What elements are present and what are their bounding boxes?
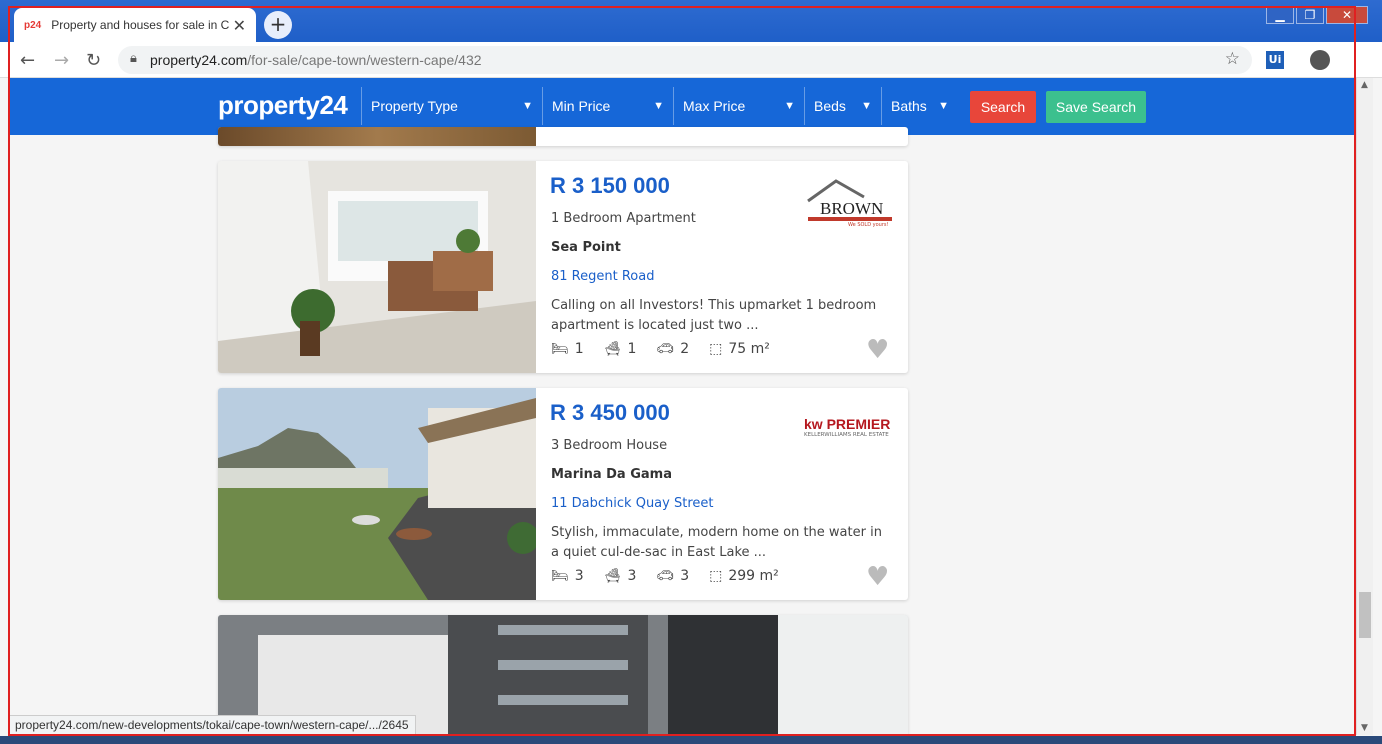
save-search-button[interactable]: Save Search bbox=[1046, 91, 1146, 123]
bookmark-star-icon[interactable]: ☆ bbox=[1225, 49, 1240, 69]
lock-icon: 🔒︎ bbox=[130, 51, 137, 66]
url-input[interactable]: 🔒︎ property24.com/for-sale/cape-town/wes… bbox=[118, 46, 1252, 74]
listing-card[interactable]: R 3 150 000 1 Bedroom Apartment Sea Poin… bbox=[218, 161, 908, 373]
agency-logo[interactable]: BROWN We SOLD yours! bbox=[806, 179, 896, 229]
vertical-scrollbar[interactable]: ▲ ▼ bbox=[1356, 78, 1373, 735]
bath-icon: 🛁︎ bbox=[603, 568, 622, 584]
chevron-down-icon: ▼ bbox=[861, 100, 872, 112]
window-controls: ▁ ❐ ✕ bbox=[1266, 6, 1368, 24]
listing-card[interactable]: R 3 450 000 3 Bedroom House Marina Da Ga… bbox=[218, 388, 908, 600]
listing-type: 1 Bedroom Apartment bbox=[551, 211, 696, 226]
close-window-button[interactable]: ✕ bbox=[1326, 6, 1368, 24]
os-taskbar bbox=[0, 736, 1382, 744]
car-icon: 🚗︎ bbox=[656, 341, 675, 357]
bath-icon: 🛁︎ bbox=[603, 341, 622, 357]
baths-count: 3 bbox=[627, 568, 637, 584]
agency-name: kw PREMIER bbox=[804, 416, 891, 432]
back-icon[interactable]: ← bbox=[20, 50, 35, 71]
favourite-heart-icon[interactable]: ♥ bbox=[866, 335, 889, 365]
url-host: property24.com bbox=[150, 52, 248, 68]
browser-tab[interactable]: p24 Property and houses for sale in C ✕ bbox=[14, 8, 256, 42]
agency-logo[interactable]: kw PREMIER KELLERWILLIAMS REAL ESTATE bbox=[804, 416, 896, 446]
site-favicon-icon: p24 bbox=[24, 19, 42, 31]
agency-tagline: We SOLD yours! bbox=[848, 222, 889, 228]
listing-features: 🛏︎ 1 🛁︎ 1 🚗︎ 2 ⬚ 75 m² bbox=[551, 341, 770, 357]
profile-avatar-icon[interactable] bbox=[1310, 50, 1330, 70]
min-price-dropdown[interactable]: Min Price ▼ bbox=[542, 87, 672, 125]
filter-label: Min Price bbox=[552, 98, 611, 114]
listing-suburb: Sea Point bbox=[551, 240, 621, 255]
listing-street[interactable]: 11 Dabchick Quay Street bbox=[551, 496, 713, 511]
listing-suburb: Marina Da Gama bbox=[551, 467, 672, 482]
agency-tagline: KELLERWILLIAMS REAL ESTATE bbox=[804, 432, 889, 438]
address-bar: ← → ↻ 🔒︎ property24.com/for-sale/cape-to… bbox=[0, 42, 1382, 78]
listing-photo bbox=[218, 388, 536, 600]
beds-dropdown[interactable]: Beds ▼ bbox=[804, 87, 880, 125]
listing-photo bbox=[218, 127, 536, 146]
listing-price: R 3 150 000 bbox=[550, 173, 670, 198]
listing-type: 3 Bedroom House bbox=[551, 438, 668, 453]
scroll-up-icon[interactable]: ▲ bbox=[1361, 80, 1368, 90]
listing-description: Stylish, immaculate, modern home on the … bbox=[551, 525, 882, 560]
baths-count: 1 bbox=[627, 341, 637, 357]
minimize-button[interactable]: ▁ bbox=[1266, 6, 1294, 24]
favourite-heart-icon[interactable]: ♥ bbox=[866, 562, 889, 592]
car-icon: 🚗︎ bbox=[656, 568, 675, 584]
forward-icon[interactable]: → bbox=[54, 50, 69, 71]
new-tab-button[interactable]: + bbox=[264, 11, 292, 39]
floor-size: 299 m² bbox=[728, 568, 779, 584]
listing-photo bbox=[218, 161, 536, 373]
filter-label: Property Type bbox=[371, 98, 458, 114]
search-button[interactable]: Search bbox=[970, 91, 1036, 123]
browser-titlebar: p24 Property and houses for sale in C ✕ … bbox=[0, 0, 1382, 42]
close-tab-icon[interactable]: ✕ bbox=[233, 16, 246, 35]
bed-icon: 🛏︎ bbox=[551, 568, 569, 584]
listing-street[interactable]: 81 Regent Road bbox=[551, 269, 654, 284]
baths-dropdown[interactable]: Baths ▼ bbox=[881, 87, 957, 125]
listing-price: R 3 450 000 bbox=[550, 400, 670, 425]
listing-description: Calling on all Investors! This upmarket … bbox=[551, 298, 877, 333]
scroll-down-icon[interactable]: ▼ bbox=[1361, 723, 1368, 733]
floor-size: 75 m² bbox=[728, 341, 770, 357]
parking-count: 3 bbox=[680, 568, 690, 584]
restore-button[interactable]: ❐ bbox=[1296, 6, 1324, 24]
listing-features: 🛏︎ 3 🛁︎ 3 🚗︎ 3 ⬚ 299 m² bbox=[551, 568, 779, 584]
listing-card-partial-top[interactable] bbox=[218, 127, 908, 146]
url-path: /for-sale/cape-town/western-cape/432 bbox=[247, 52, 482, 68]
tab-title: Property and houses for sale in C bbox=[51, 18, 229, 32]
filter-label: Beds bbox=[814, 98, 846, 114]
status-url-tooltip: property24.com/new-developments/tokai/ca… bbox=[8, 715, 416, 736]
chevron-down-icon: ▼ bbox=[653, 100, 664, 112]
browser-menu-icon[interactable]: ⋮ bbox=[1346, 48, 1364, 69]
property-type-dropdown[interactable]: Property Type ▼ bbox=[361, 87, 541, 125]
chevron-down-icon: ▼ bbox=[522, 100, 533, 112]
agency-name: BROWN bbox=[820, 199, 884, 218]
max-price-dropdown[interactable]: Max Price ▼ bbox=[673, 87, 803, 125]
reload-icon[interactable]: ↻ bbox=[86, 50, 101, 71]
beds-count: 3 bbox=[574, 568, 584, 584]
chevron-down-icon: ▼ bbox=[938, 100, 949, 112]
scrollbar-thumb[interactable] bbox=[1359, 592, 1371, 638]
chevron-down-icon: ▼ bbox=[784, 100, 795, 112]
erf-size-icon: ⬚ bbox=[709, 568, 723, 584]
filter-label: Max Price bbox=[683, 98, 746, 114]
parking-count: 2 bbox=[680, 341, 690, 357]
bed-icon: 🛏︎ bbox=[551, 341, 569, 357]
filter-label: Baths bbox=[891, 98, 927, 114]
floor-size-icon: ⬚ bbox=[709, 341, 723, 357]
uipath-extension-icon[interactable]: Ui bbox=[1266, 51, 1284, 69]
beds-count: 1 bbox=[574, 341, 584, 357]
site-logo[interactable]: property24 bbox=[218, 90, 348, 121]
